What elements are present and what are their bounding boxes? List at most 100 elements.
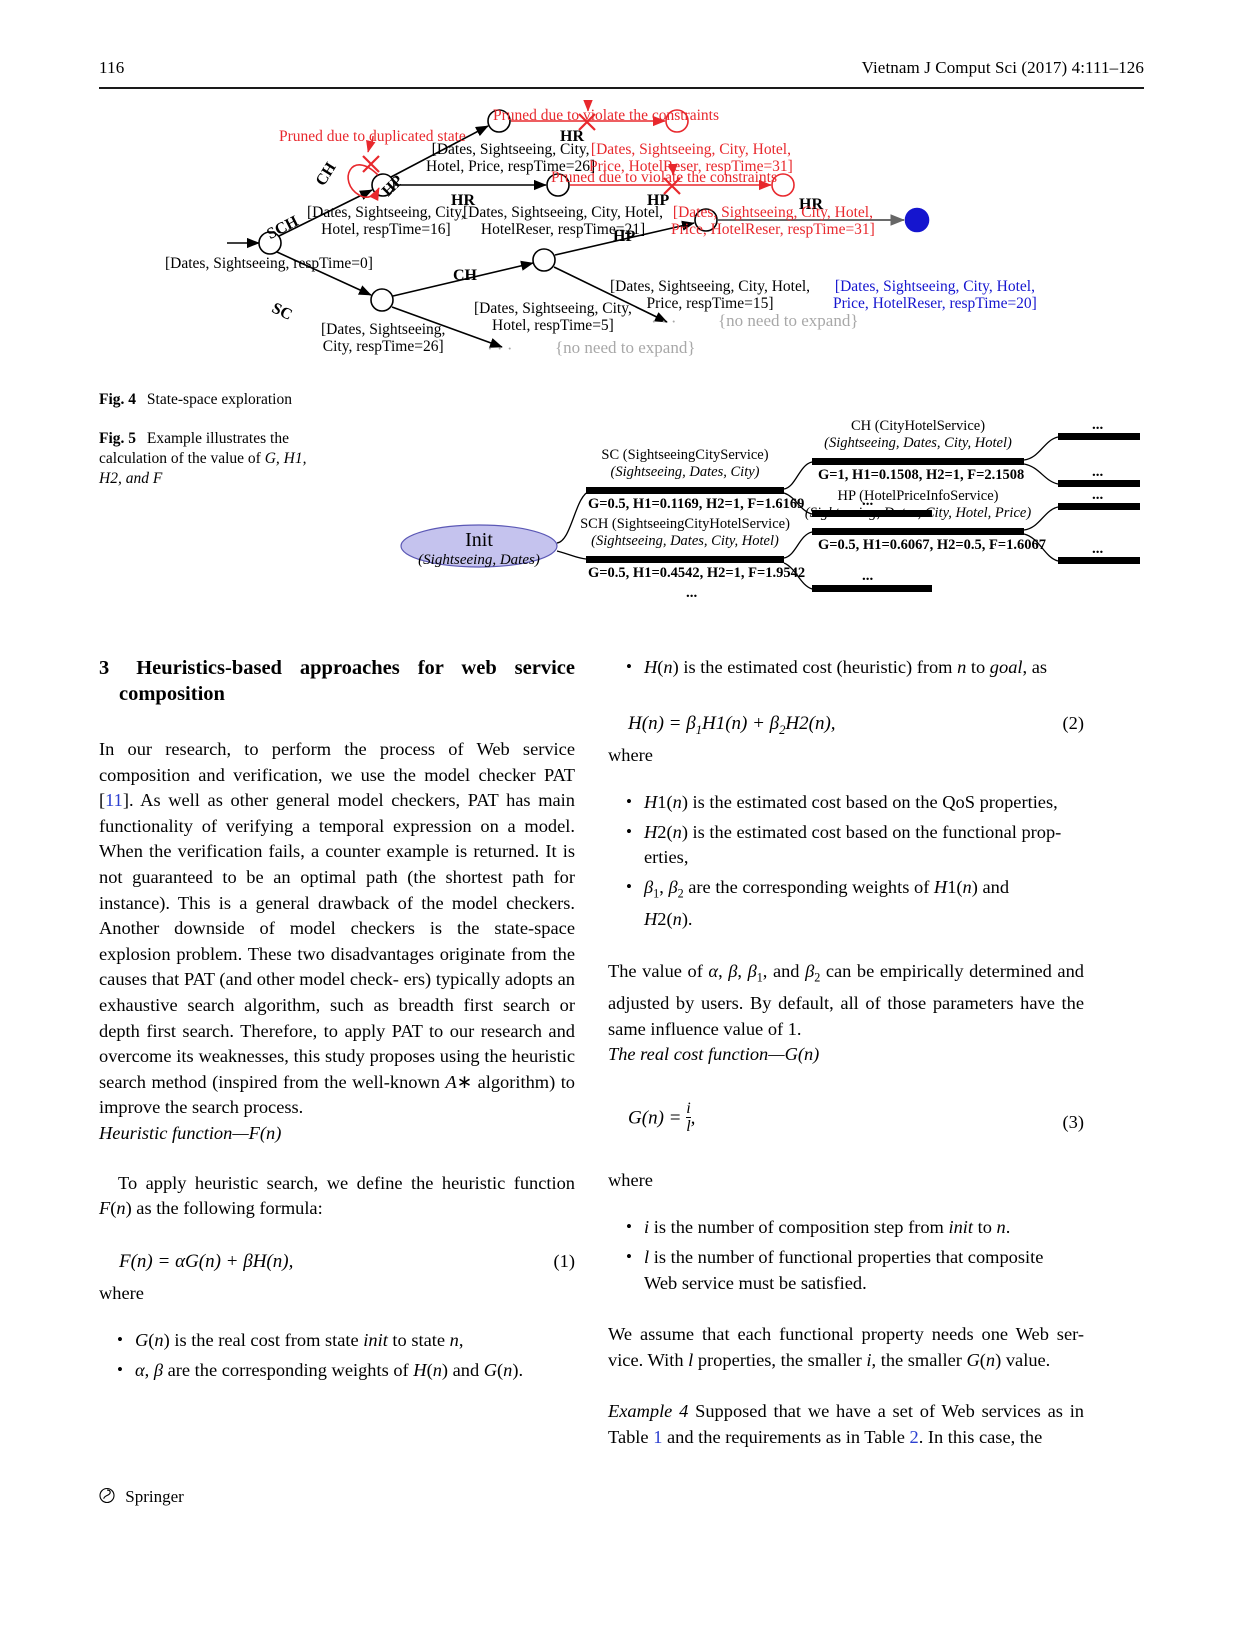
footer: Springer	[99, 1487, 184, 1507]
annotation-no-need-expand-lower: {no need to expand}	[555, 338, 696, 357]
table-ref-link-1[interactable]: 1	[653, 1427, 662, 1447]
figure-5-bar-sc	[586, 487, 784, 494]
figure-4-caption-text: State-space exploration	[146, 391, 292, 408]
figure-5-node-sch: SCH (SightseeingCityHotelService) (Sight…	[560, 516, 810, 550]
equation-3-denominator: l	[686, 1117, 691, 1135]
right-subhead-real-cost: The real cost function—G(n)	[608, 1044, 820, 1065]
left-paragraph-1: In our research, to perform the process …	[99, 739, 575, 1118]
figure-4-state-space-exploration: Pruned due to duplicated state Pruned du…	[99, 100, 1144, 375]
figure-5-caption-line2: calculation of the value of	[99, 450, 261, 467]
example-label: Example 4	[608, 1401, 689, 1422]
right-bullet-list-2: i is the number of composition step from…	[608, 1214, 1084, 1296]
figure-5-node-sc-title: SC (SightseeingCityService)	[601, 447, 769, 463]
figure-5-node-sc-properties: (Sightseeing, Dates, City)	[610, 464, 760, 480]
list-item: α, β are the corresponding weights of H(…	[99, 1357, 575, 1384]
figure-5-node-hp-properties: (Sightseeing, Dates, City, Hotel, Price)	[804, 505, 1032, 521]
list-item: i is the number of composition step from…	[608, 1214, 1084, 1241]
figure-5-node-sch-properties: (Sightseeing, Dates, City, Hotel)	[591, 533, 779, 549]
figure-5-leaf-bar-1	[1058, 433, 1140, 440]
springer-logo-icon	[99, 1487, 115, 1504]
equation-3-numerator: i	[686, 1099, 691, 1117]
right-where-2: where	[608, 1169, 653, 1190]
annotation-ellipsis-upper: · · ·	[651, 312, 677, 331]
figure-5-node-ch-title: CH (CityHotelService)	[850, 418, 986, 434]
list-item: H(n) is the estimated cost (heuristic) f…	[608, 654, 1084, 681]
right-paragraph-example: Example 4 Supposed that we have a set of…	[608, 1401, 1085, 1448]
figure-5-node-sch-values: G=0.5, H1=0.4542, H2=1, F=1.9542	[588, 565, 806, 581]
equation-3: G(n) = i l , (3)	[608, 1096, 1084, 1150]
figure-5-root-label: Init (Sightseeing, Dates)	[401, 529, 557, 569]
figure-5-heuristic-value-tree: Init (Sightseeing, Dates) SC (Sightseein…	[400, 417, 1145, 630]
figure-5-leaf-bar-3	[1058, 503, 1140, 510]
equation-1-number: (1)	[553, 1250, 575, 1271]
right-bullet-list-top: H(n) is the estimated cost (heuristic) f…	[608, 654, 1084, 681]
figure-5-node-sch-title: SCH (SightseeingCityHotelService)	[580, 516, 790, 532]
figure-5-leaf-ellipsis-4: ...	[1092, 541, 1104, 557]
figure-5-node-hp-ellipsis: ...	[862, 568, 874, 584]
edge-label-ch-low: CH	[453, 267, 477, 284]
figure-5-node-sch-ellipsis: ...	[686, 585, 698, 601]
state-label-init: [Dates, Sightseeing, respTime=0]	[165, 255, 373, 272]
figure-5-leaf-ellipsis-2: ...	[1092, 464, 1104, 480]
figure-5-node-sc: SC (SightseeingCityService) (Sightseeing…	[568, 447, 802, 481]
figure-5-node-hp-title: HP (HotelPriceInfoService)	[837, 488, 999, 504]
state-label-hr-node: [Dates, Sightseeing, City, Hotel, HotelR…	[463, 204, 664, 238]
figure-5-leaf-bar-2	[1058, 480, 1140, 487]
figure-5-bar-ch	[812, 458, 1024, 465]
figure-5-caption-line1: Example illustrates the	[146, 430, 289, 447]
left-bullet-list: G(n) is the real cost from state init to…	[99, 1327, 575, 1384]
figure-4-caption-label: Fig. 4	[99, 391, 137, 408]
left-text-column: 3 Heuristics-based approaches for web se…	[99, 655, 575, 1387]
section-title: Heuristics-based approaches for web serv…	[119, 657, 575, 705]
running-head: 116 Vietnam J Comput Sci (2017) 4:111–12…	[99, 58, 1144, 92]
state-label-sc-node: [Dates, Sightseeing, City, respTime=26]	[321, 321, 446, 355]
figure-5-caption-label: Fig. 5	[99, 430, 137, 447]
figure-5-bar-hp-ellipsis	[812, 585, 932, 592]
annotation-ellipsis-lower: · · ·	[487, 339, 513, 358]
section-heading: 3 Heuristics-based approaches for web se…	[99, 655, 575, 707]
list-item: H2(n) is the estimated cost based on the…	[608, 819, 1084, 871]
figure-5-caption: Fig. 5 Example illustrates the calculati…	[99, 429, 331, 489]
figure-5-root-properties: (Sightseeing, Dates)	[418, 552, 540, 568]
list-item: H1(n) is the estimated cost based on the…	[608, 789, 1084, 816]
equation-2-body: H(n) = β1H1(n) + β2H2(n),	[628, 712, 836, 737]
section-number: 3	[99, 657, 110, 679]
figure-5-node-ch: CH (CityHotelService) (Sightseeing, Date…	[800, 418, 1036, 452]
equation-2: H(n) = β1H1(n) + β2H2(n), (2)	[608, 711, 1084, 739]
state-label-sch-node: [Dates, Sightseeing, City, Hotel, respTi…	[307, 204, 465, 238]
left-subhead-heuristic-function: Heuristic function—F(n)	[99, 1122, 282, 1143]
right-paragraph-2: We assume that each functional property …	[608, 1324, 1084, 1370]
table-ref-link-2[interactable]: 2	[909, 1427, 918, 1447]
equation-1-body: F(n) = αG(n) + βH(n),	[119, 1250, 294, 1272]
header-divider	[99, 87, 1144, 89]
citation-link-11[interactable]: 11	[105, 790, 123, 810]
journal-reference: Vietnam J Comput Sci (2017) 4:111–126	[861, 58, 1144, 77]
figure-5-node-ch-values: G=1, H1=0.1508, H2=1, F=2.1508	[818, 467, 1025, 483]
right-bullet-list-1: H1(n) is the estimated cost based on the…	[608, 789, 1084, 933]
figure-5-node-hp: HP (HotelPriceInfoService) (Sightseeing,…	[790, 488, 1046, 522]
figure-5-bar-sch	[586, 556, 784, 563]
equation-3-body: G(n) = i l ,	[628, 1099, 696, 1135]
equation-2-number: (2)	[1062, 712, 1084, 733]
page-number: 116	[99, 58, 125, 77]
list-item: β1, β2 are the corresponding weights of …	[608, 874, 1084, 933]
figure-5-leaf-ellipsis-3: ...	[1092, 487, 1104, 503]
state-label-hr-top-pruned: [Dates, Sightseeing, City, Hotel, Price,…	[589, 141, 793, 175]
state-label-goal-node: [Dates, Sightseeing, City, Hotel, Price,…	[833, 278, 1037, 312]
equation-3-fraction: i l	[686, 1099, 691, 1135]
right-text-column: H(n) is the estimated cost (heuristic) f…	[608, 654, 1085, 1451]
state-label-hp-node: [Dates, Sightseeing, City, Hotel, Price,…	[610, 278, 811, 312]
figure-4-caption: Fig. 4 State-space exploration	[99, 390, 331, 410]
figure-5-node-sc-values: G=0.5, H1=0.1169, H2=1, F=1.6169	[588, 496, 805, 512]
state-label-hp-top: [Dates, Sightseeing, City, Hotel, Price,…	[426, 141, 596, 175]
annotation-no-need-expand-upper: {no need to expand}	[718, 311, 859, 330]
state-label-ch-node: [Dates, Sightseeing, City, Hotel, respTi…	[474, 300, 632, 334]
figure-5-node-ch-properties: (Sightseeing, Dates, City, Hotel)	[824, 435, 1012, 451]
figure-5-root-name: Init	[465, 529, 493, 551]
figure-5-leaf-bar-4	[1058, 557, 1140, 564]
list-item: G(n) is the real cost from state init to…	[99, 1327, 575, 1354]
publisher-name: Springer	[125, 1487, 184, 1506]
left-where-1: where	[99, 1282, 144, 1303]
right-paragraph-1: The value of α, β, β1, and β2 can be emp…	[608, 960, 1084, 1039]
equation-1: F(n) = αG(n) + βH(n), (1)	[99, 1249, 575, 1277]
